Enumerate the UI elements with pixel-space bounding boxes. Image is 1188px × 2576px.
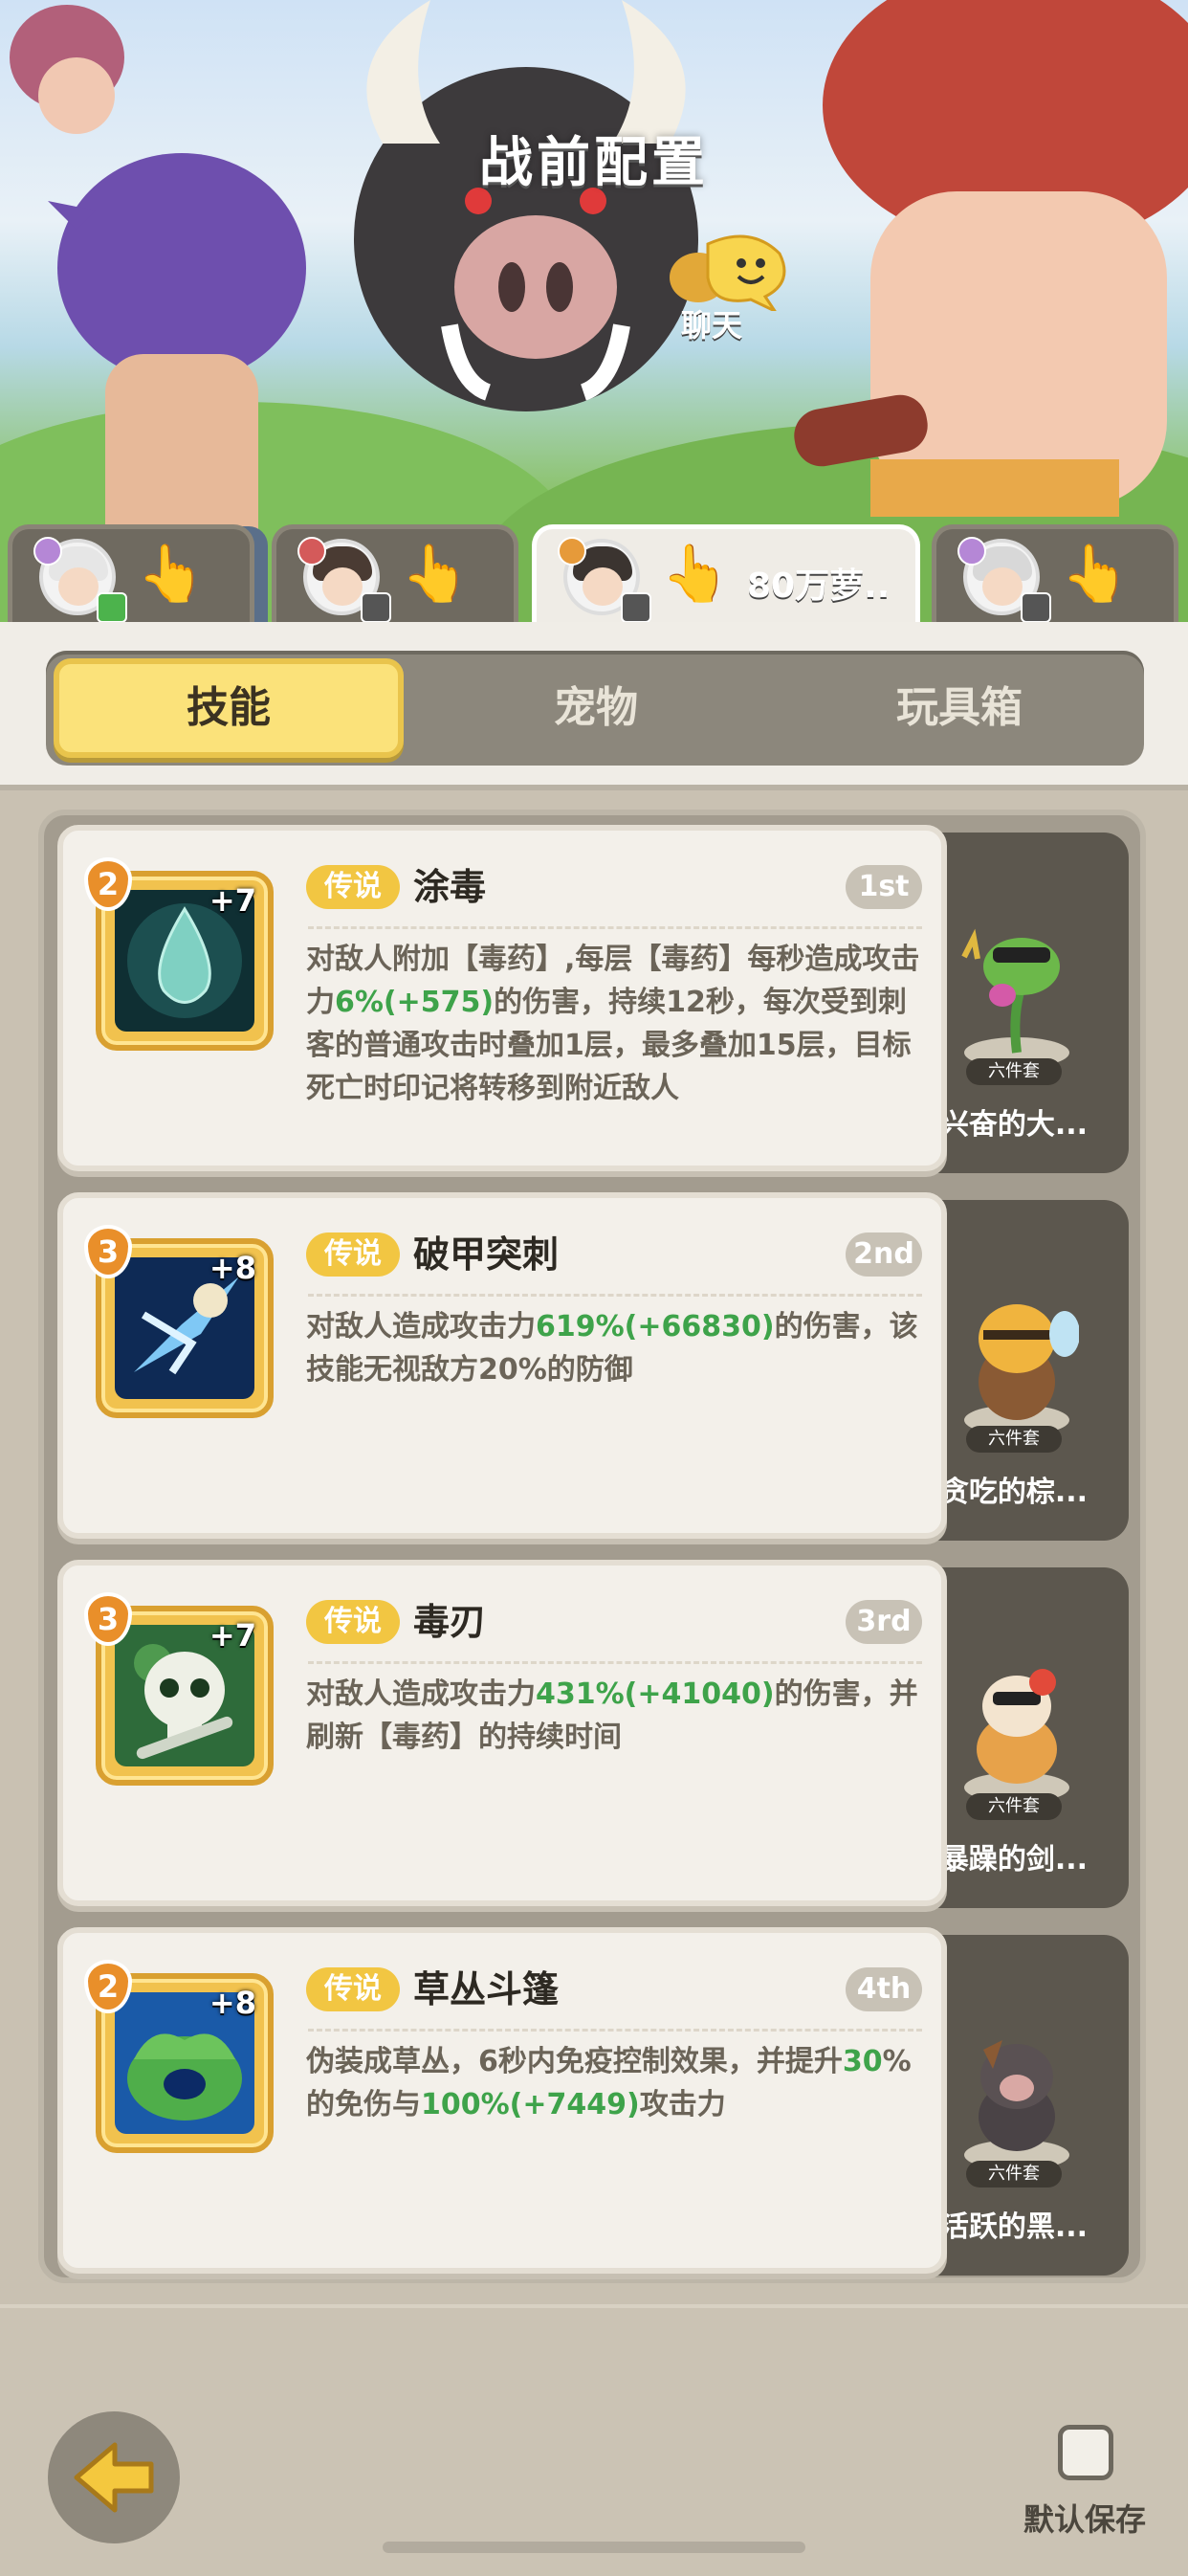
rarity-tag: 传说 — [306, 1600, 400, 1644]
skill-name: 草丛斗篷 — [413, 1968, 560, 2010]
bottom-bar: 默认保存 — [0, 2304, 1188, 2576]
skill-name: 破甲突刺 — [413, 1233, 560, 1276]
skill-row: 六件套 活跃的黑... +8 2 传说 草丛斗篷 4th 伪装成草丛，6秒内免疫… — [57, 1927, 1133, 2276]
pointing-hand-icon: 👆 — [661, 541, 731, 606]
tab-toybox[interactable]: 玩具箱 — [784, 658, 1134, 758]
default-save-checkbox[interactable] — [1058, 2425, 1113, 2480]
upgrade-count: +8 — [209, 1250, 256, 1286]
class-icon — [297, 537, 326, 566]
pet-plant-art — [961, 928, 1069, 1068]
pointing-hand-icon: 👆 — [1061, 541, 1131, 606]
pet-boar-art — [964, 2040, 1069, 2170]
pet-set-badge: 六件套 — [966, 1793, 1062, 1820]
pet-set-badge: 六件套 — [966, 1058, 1062, 1085]
page-title: 战前配置 — [479, 132, 709, 194]
skill-rank: 3rd — [846, 1600, 922, 1644]
category-tab-bar: 技能 宠物 玩具箱 — [0, 622, 1188, 790]
skill-list: 六件套 兴奋的大... +7 2 传说 涂毒 1st 对敌人附加【毒药】,每层【… — [38, 810, 1146, 2283]
rarity-tag: 传说 — [306, 1232, 400, 1277]
skill-card[interactable]: +8 3 传说 破甲突刺 2nd 对敌人造成攻击力619%(+66830)的伤害… — [57, 1192, 947, 1539]
skill-card[interactable]: +7 3 传说 毒刃 3rd 对敌人造成攻击力431%(+41040)的伤害，并… — [57, 1560, 947, 1906]
skill-rank: 4th — [846, 1967, 922, 2011]
equipped-status-icon — [97, 592, 127, 623]
home-indicator[interactable] — [383, 2542, 805, 2553]
class-icon — [957, 537, 986, 566]
upgrade-count: +8 — [209, 1985, 256, 2021]
tab-skills[interactable]: 技能 — [54, 658, 404, 758]
skill-card[interactable]: +7 2 传说 涂毒 1st 对敌人附加【毒药】,每层【毒药】每秒造成攻击力6%… — [57, 825, 947, 1171]
character-slot-4[interactable]: 👆 — [932, 524, 1178, 632]
skill-row: 六件套 暴躁的剑... +7 3 传说 毒刃 3rd 对敌人造成攻击力431%(… — [57, 1560, 1133, 1908]
upgrade-count: +7 — [209, 1617, 256, 1654]
pointing-hand-icon: 👆 — [401, 541, 471, 606]
character-power: 80万萝.. — [747, 566, 891, 606]
status-icon — [361, 592, 391, 623]
skill-description: 对敌人造成攻击力431%(+41040)的伤害，并刷新【毒药】的持续时间 — [306, 1677, 918, 1754]
divider — [308, 1294, 922, 1297]
character-slot-3[interactable]: 👆 80万萝.. — [532, 524, 920, 632]
rarity-tag: 传说 — [306, 1967, 400, 2011]
skill-rank: 1st — [846, 865, 922, 909]
status-icon — [1021, 592, 1051, 623]
class-icon — [558, 537, 586, 566]
status-icon — [621, 592, 651, 623]
back-arrow-icon — [74, 2442, 154, 2513]
skill-description: 对敌人造成攻击力619%(+66830)的伤害，该技能无视敌方20%的防御 — [306, 1310, 918, 1387]
chat-bubble-icon — [670, 234, 786, 311]
skill-name: 毒刃 — [413, 1601, 487, 1643]
class-icon — [33, 537, 62, 566]
pet-set-badge: 六件套 — [966, 1426, 1062, 1453]
skill-row: 六件套 贪吃的棕... +8 3 传说 破甲突刺 2nd 对敌人造成攻击力619… — [57, 1192, 1133, 1541]
pet-set-badge: 六件套 — [966, 2161, 1062, 2187]
tab-pets[interactable]: 宠物 — [421, 658, 771, 758]
chat-label: 聊天 — [681, 307, 743, 344]
pet-dog-art — [964, 1669, 1069, 1803]
boar-character-art — [354, 0, 698, 411]
divider — [308, 1661, 922, 1664]
pet-bear-bee-art — [964, 1304, 1079, 1435]
rarity-tag: 传说 — [306, 865, 400, 909]
pointing-hand-icon: 👆 — [137, 541, 207, 606]
skill-name: 涂毒 — [413, 866, 487, 908]
character-slot-2[interactable]: 👆 — [272, 524, 518, 632]
skill-row: 六件套 兴奋的大... +7 2 传说 涂毒 1st 对敌人附加【毒药】,每层【… — [57, 825, 1133, 1173]
divider — [308, 2029, 922, 2032]
skill-description: 对敌人附加【毒药】,每层【毒药】每秒造成攻击力6%(+575)的伤害，持续12秒… — [306, 943, 920, 1105]
skill-rank: 2nd — [846, 1232, 922, 1277]
character-slot-1[interactable]: 👆 — [8, 524, 254, 632]
default-save-label: 默认保存 — [1023, 2501, 1147, 2538]
chat-button[interactable]: 聊天 — [660, 225, 794, 344]
skill-description: 伪装成草丛，6秒内免疫控制效果，并提升30%的免伤与100%(+7449)攻击力 — [306, 2045, 912, 2121]
segmented-control: 技能 宠物 玩具箱 — [46, 651, 1144, 766]
upgrade-count: +7 — [209, 882, 256, 919]
back-button[interactable] — [48, 2411, 180, 2543]
skill-card[interactable]: +8 2 传说 草丛斗篷 4th 伪装成草丛，6秒内免疫控制效果，并提升30%的… — [57, 1927, 947, 2274]
divider — [308, 926, 922, 929]
